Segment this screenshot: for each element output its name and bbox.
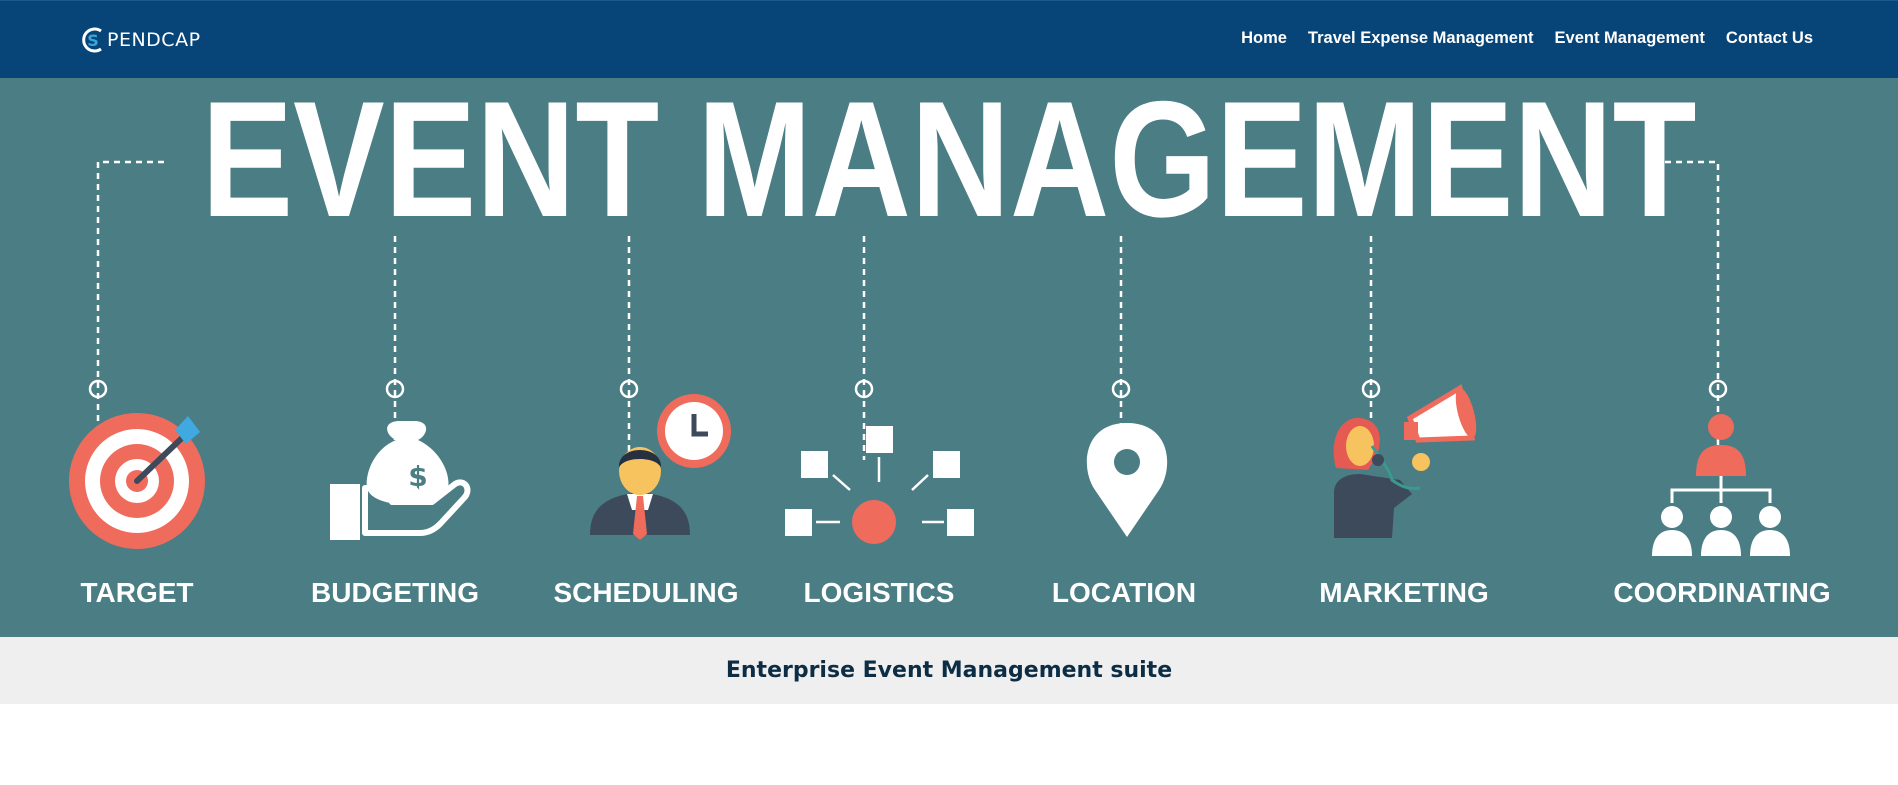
feature-label-scheduling: SCHEDULING (553, 577, 738, 608)
hero-illustration: EVENT MANAGEMENT $ TARGET BUDGETING SCHE… (0, 78, 1898, 637)
main-nav: Home Travel Expense Management Event Man… (1241, 29, 1813, 48)
nav-travel-expense-management[interactable]: Travel Expense Management (1308, 29, 1534, 48)
nav-event-management[interactable]: Event Management (1555, 29, 1705, 48)
top-navigation-bar: S PENDCAP Home Travel Expense Management… (0, 0, 1898, 78)
hero-banner: EVENT MANAGEMENT $ TARGET BUDGETING SCHE… (0, 78, 1898, 637)
nav-home[interactable]: Home (1241, 29, 1287, 48)
feature-label-marketing: MARKETING (1319, 577, 1489, 608)
page-subtitle: Enterprise Event Management suite (725, 658, 1173, 683)
nav-contact-us[interactable]: Contact Us (1726, 29, 1813, 48)
feature-label-target: TARGET (80, 577, 193, 608)
feature-label-logistics: LOGISTICS (804, 577, 955, 608)
feature-label-coordinating: COORDINATING (1613, 577, 1830, 608)
logo-letter: S (87, 31, 99, 50)
feature-label-location: LOCATION (1052, 577, 1196, 608)
brand-logo[interactable]: S PENDCAP (80, 25, 201, 55)
logo-text: PENDCAP (107, 29, 201, 51)
logo-mark-icon: S (80, 25, 106, 55)
subtitle-bar: Enterprise Event Management suite (0, 637, 1898, 704)
target-icon (69, 413, 205, 549)
feature-label-budgeting: BUDGETING (311, 577, 479, 608)
hero-title: EVENT MANAGEMENT (202, 78, 1697, 251)
